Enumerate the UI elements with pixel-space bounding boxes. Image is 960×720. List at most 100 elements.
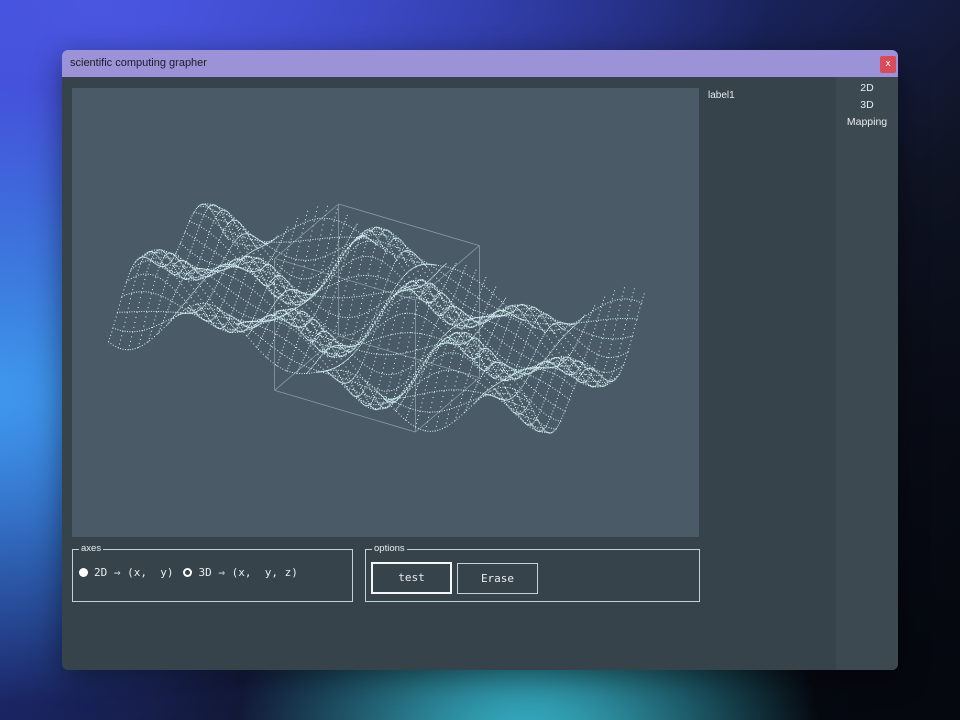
surface-dot bbox=[463, 403, 465, 405]
surface-dot bbox=[357, 375, 359, 377]
surface-dot bbox=[425, 361, 427, 363]
surface-dot bbox=[396, 411, 397, 412]
surface-dot bbox=[523, 415, 525, 417]
surface-dot bbox=[182, 245, 184, 246]
surface-dot bbox=[221, 228, 223, 230]
surface-dot bbox=[519, 374, 521, 376]
title-bar[interactable]: scientific computing grapher x bbox=[62, 50, 898, 77]
surface-dot bbox=[375, 234, 377, 235]
surface-dot bbox=[196, 208, 197, 210]
surface-dot bbox=[304, 332, 306, 334]
surface-dot bbox=[274, 320, 275, 322]
surface-dot bbox=[227, 329, 229, 331]
surface-dot bbox=[176, 275, 178, 277]
surface-dot bbox=[157, 261, 159, 263]
surface-dot bbox=[204, 204, 206, 206]
surface-dot bbox=[614, 299, 616, 301]
surface-dot bbox=[484, 301, 486, 303]
graph-canvas[interactable] bbox=[72, 88, 699, 537]
surface-dot bbox=[384, 402, 386, 404]
surface-dot bbox=[273, 312, 275, 314]
surface-dot bbox=[531, 401, 533, 403]
surface-dot bbox=[198, 306, 200, 308]
surface-dot bbox=[260, 265, 262, 267]
surface-dot bbox=[289, 318, 291, 320]
surface-dot bbox=[140, 274, 142, 276]
surface-dot bbox=[380, 277, 382, 279]
surface-dot bbox=[460, 348, 461, 350]
surface-dot bbox=[387, 250, 389, 252]
surface-dot bbox=[180, 261, 182, 263]
surface-dot bbox=[477, 346, 479, 348]
surface-dot bbox=[293, 322, 294, 324]
surface-dot bbox=[440, 265, 442, 267]
surface-dot bbox=[224, 234, 226, 236]
surface-dot bbox=[389, 405, 391, 407]
surface-dot bbox=[359, 377, 361, 379]
surface-dot bbox=[297, 309, 299, 311]
surface-dot bbox=[459, 325, 461, 327]
surface-dot bbox=[225, 287, 227, 289]
surface-dot bbox=[451, 312, 453, 314]
surface-dot bbox=[294, 307, 296, 309]
surface-dot bbox=[443, 354, 444, 355]
surface-dot bbox=[221, 316, 223, 318]
surface-dot bbox=[223, 316, 225, 318]
surface-dot bbox=[156, 333, 158, 335]
surface-dot bbox=[187, 258, 189, 260]
surface-dot bbox=[371, 309, 373, 311]
surface-dot bbox=[159, 252, 161, 254]
surface-dot bbox=[439, 305, 441, 307]
surface-dot bbox=[438, 338, 440, 340]
surface-plot bbox=[108, 203, 645, 434]
surface-dot bbox=[482, 396, 484, 397]
surface-dot bbox=[490, 353, 492, 355]
surface-dot bbox=[331, 273, 333, 274]
surface-dot bbox=[484, 375, 486, 377]
surface-dot bbox=[204, 292, 206, 294]
surface-dot bbox=[578, 322, 580, 324]
surface-dot bbox=[129, 349, 131, 351]
surface-dot bbox=[365, 275, 367, 276]
surface-dot bbox=[510, 369, 512, 371]
surface-dot bbox=[367, 256, 369, 257]
surface-dot bbox=[380, 292, 382, 294]
surface-dot bbox=[394, 256, 395, 258]
surface-dot bbox=[194, 314, 196, 316]
surface-dot bbox=[612, 300, 614, 302]
surface-dot bbox=[394, 270, 396, 272]
surface-dot bbox=[374, 387, 376, 389]
surface-dot bbox=[342, 377, 344, 379]
surface-dot bbox=[194, 236, 196, 238]
surface-dot bbox=[418, 315, 420, 316]
surface-dot bbox=[150, 274, 152, 275]
surface-dot bbox=[244, 258, 246, 260]
surface-dot bbox=[491, 360, 493, 362]
surface-dot bbox=[593, 335, 595, 337]
surface-dot bbox=[184, 308, 186, 310]
surface-dot bbox=[150, 260, 152, 262]
surface-dot bbox=[241, 232, 243, 234]
surface-dot bbox=[402, 405, 404, 407]
surface-dot bbox=[334, 375, 336, 377]
surface-dot bbox=[219, 214, 221, 216]
close-button[interactable]: x bbox=[880, 56, 896, 73]
surface-dot bbox=[202, 206, 204, 207]
surface-dot bbox=[154, 336, 155, 338]
surface-dot bbox=[378, 234, 380, 235]
surface-dot bbox=[299, 292, 300, 294]
surface-dot bbox=[156, 325, 158, 327]
surface-dot bbox=[206, 283, 208, 285]
surface-dot bbox=[424, 355, 426, 357]
surface-dot bbox=[191, 246, 193, 248]
surface-dot bbox=[379, 389, 381, 391]
surface-dot bbox=[144, 256, 146, 258]
surface-dot bbox=[142, 258, 144, 260]
surface-dot bbox=[184, 247, 186, 249]
surface-dot bbox=[263, 259, 264, 261]
surface-dot bbox=[322, 308, 324, 310]
surface-dot bbox=[294, 291, 296, 293]
surface-dot bbox=[503, 376, 505, 378]
surface-dot bbox=[135, 317, 137, 318]
surface-dot bbox=[280, 299, 282, 301]
